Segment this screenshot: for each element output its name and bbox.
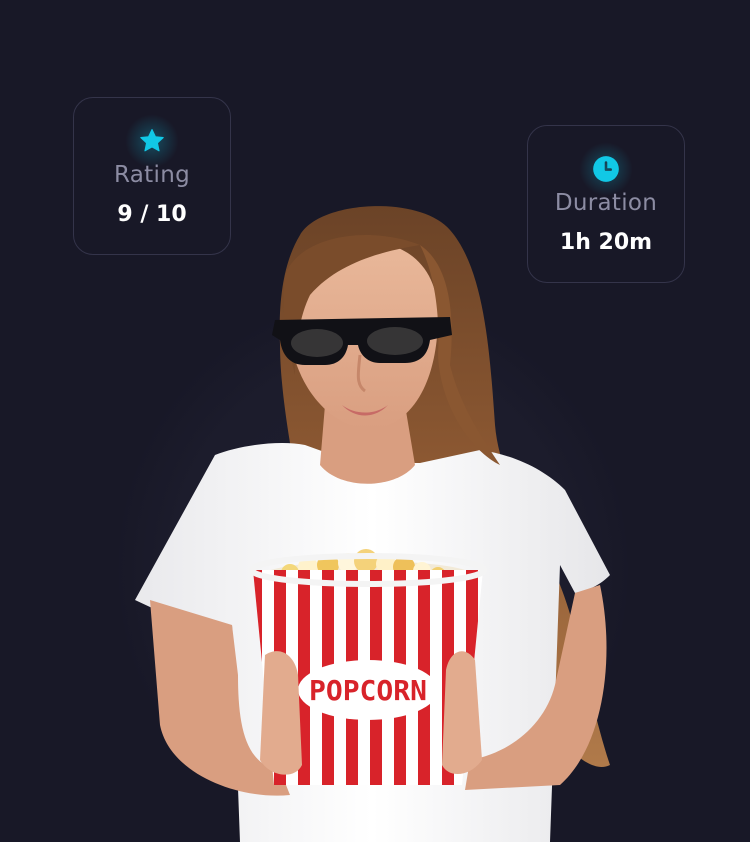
left-hand <box>260 651 302 775</box>
rating-value: 9 / 10 <box>117 202 187 227</box>
hero-stage: POPCORN Rating 9 / 10 Duration 1h 20m <box>0 0 750 842</box>
hero-photo: POPCORN <box>135 206 610 842</box>
star-icon <box>123 112 181 170</box>
duration-value: 1h 20m <box>559 230 653 255</box>
rating-card: Rating 9 / 10 <box>73 97 231 255</box>
duration-label: Duration <box>554 190 658 216</box>
duration-card: Duration 1h 20m <box>527 125 685 283</box>
clock-icon <box>577 140 635 198</box>
rating-label: Rating <box>114 162 190 188</box>
bucket-label: POPCORN <box>309 674 427 707</box>
